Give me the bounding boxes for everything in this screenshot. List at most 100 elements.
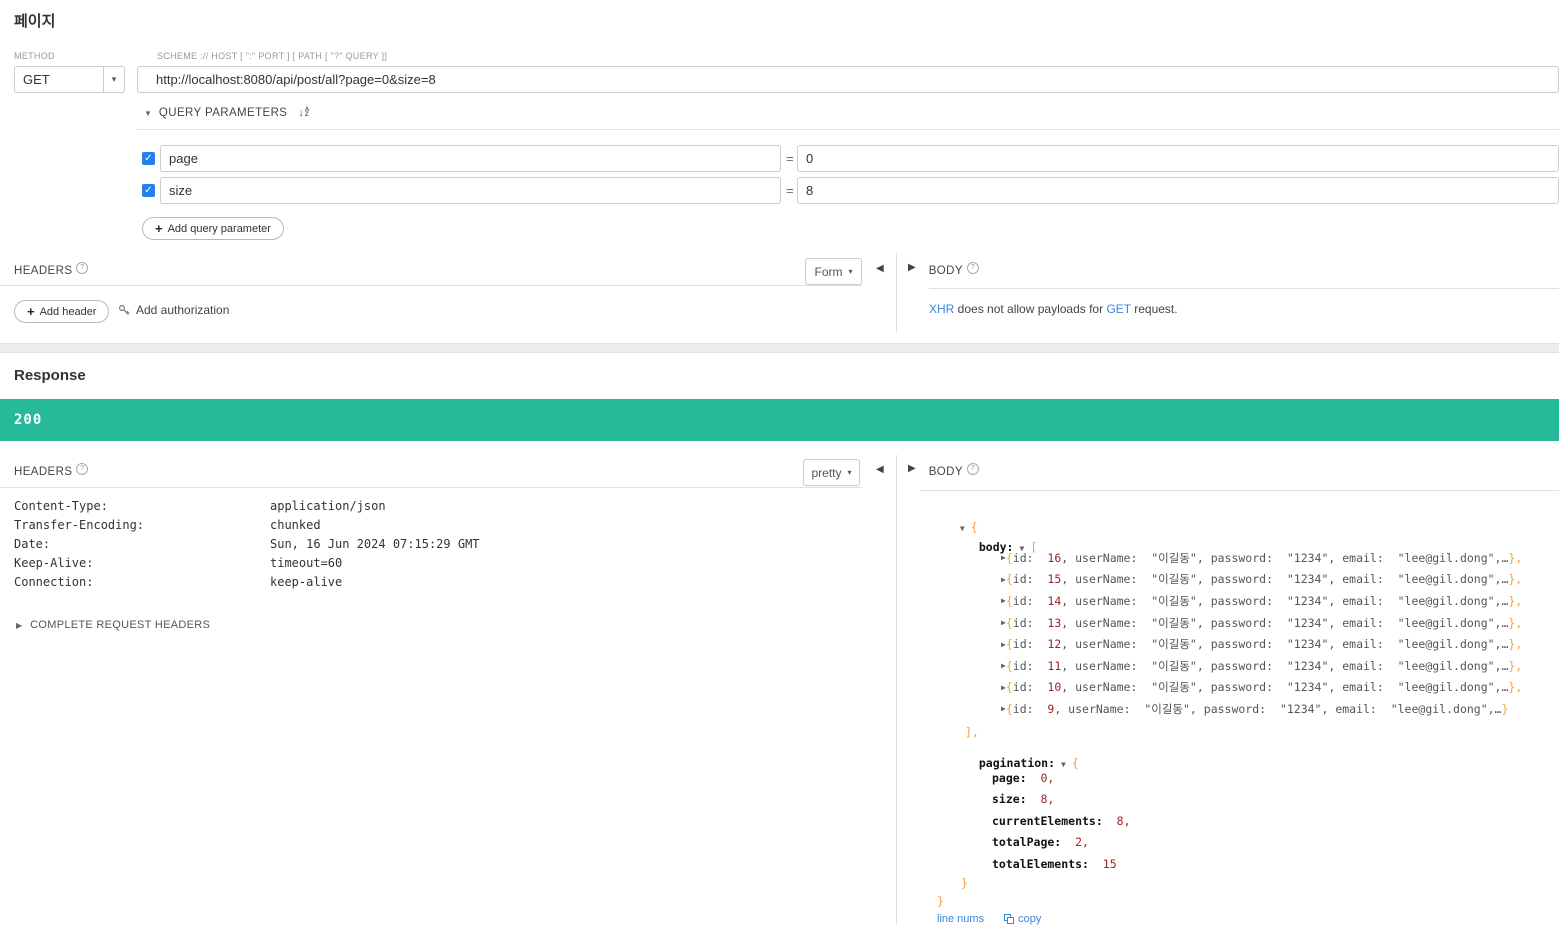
collapse-triangle-icon[interactable]: ▼	[144, 109, 152, 118]
json-key: totalPage:	[992, 835, 1062, 850]
json-key: totalElements:	[992, 856, 1089, 871]
help-icon[interactable]: ?	[76, 463, 89, 475]
complete-request-headers-toggle[interactable]: ▶ COMPLETE REQUEST HEADERS	[16, 619, 210, 631]
divider	[896, 253, 897, 332]
brace: {	[1005, 572, 1013, 587]
expand-right-icon[interactable]: ▶	[908, 262, 916, 273]
header-value: Sun, 16 Jun 2024 07:15:29 GMT	[270, 537, 480, 551]
body-type-dropdown[interactable]: Form ▾	[805, 258, 862, 285]
body-view-dropdown[interactable]: pretty ▾	[803, 459, 860, 486]
param-name-input[interactable]	[160, 177, 781, 204]
json-object-row[interactable]: ▶{id: 14, userName: "이길동", password: "12…	[1001, 590, 1522, 612]
key-icon	[118, 304, 130, 316]
header-value: chunked	[270, 518, 321, 532]
json-number: 0,	[1040, 770, 1055, 785]
body-view-value: pretty	[811, 465, 842, 480]
divider	[0, 487, 862, 488]
equals-sign: =	[786, 183, 794, 198]
json-number: 13	[1047, 615, 1062, 630]
sort-arrow: ↓	[298, 107, 304, 119]
method-label: METHOD	[14, 51, 55, 61]
method-select[interactable]: GET	[14, 66, 104, 93]
add-query-parameter-button[interactable]: + Add query parameter	[142, 217, 284, 240]
json-object-row[interactable]: ▶{id: 11, userName: "이길동", password: "12…	[1001, 655, 1522, 677]
json-text: id:	[1012, 572, 1048, 587]
json-object-row[interactable]: ▶{id: 15, userName: "이길동", password: "12…	[1001, 569, 1522, 591]
json-sep	[1103, 814, 1117, 828]
sort-z: Z	[304, 112, 309, 118]
expand-right-icon[interactable]: ▶	[908, 463, 916, 474]
response-header-row: Keep-Alive: timeout=60	[0, 556, 480, 575]
add-header-button[interactable]: + Add header	[14, 300, 110, 323]
json-number: 15	[1102, 856, 1117, 871]
json-text: id:	[1012, 615, 1048, 630]
json-object-row[interactable]: ▶{id: 9, userName: "이길동", password: "123…	[1001, 698, 1522, 720]
json-key: page:	[992, 770, 1027, 785]
json-pagination-entry: page: 0,	[992, 767, 1131, 789]
json-sep	[1061, 835, 1075, 849]
divider	[896, 455, 897, 924]
query-parameters-header[interactable]: ▼ QUERY PARAMETERS ↓ AZ	[144, 107, 309, 119]
complete-request-headers-label: COMPLETE REQUEST HEADERS	[30, 619, 211, 631]
json-number: 2,	[1075, 835, 1089, 850]
header-name: Keep-Alive:	[14, 556, 94, 570]
response-body-header: ▶ BODY?	[908, 463, 979, 478]
param-checkbox[interactable]: ✓	[142, 184, 155, 197]
query-parameters-label: QUERY PARAMETERS	[158, 107, 288, 119]
param-value-input[interactable]	[797, 145, 1559, 172]
request-headers-label: HEADERS?	[14, 262, 89, 277]
help-icon[interactable]: ?	[76, 262, 89, 274]
param-checkbox[interactable]: ✓	[142, 152, 155, 165]
line-nums-link[interactable]: line nums	[937, 913, 984, 925]
response-header-row: Transfer-Encoding: chunked	[0, 518, 480, 537]
json-number: 12	[1047, 637, 1062, 652]
method-caret-button[interactable]: ▾	[103, 66, 125, 93]
json-object-row[interactable]: ▶{id: 10, userName: "이길동", password: "12…	[1001, 677, 1522, 699]
json-object-row[interactable]: ▶{id: 16, userName: "이길동", password: "12…	[1001, 547, 1522, 569]
param-name-input[interactable]	[160, 145, 781, 172]
divider	[0, 285, 862, 286]
json-rows: ▶{id: 16, userName: "이길동", password: "12…	[1001, 547, 1522, 720]
collapse-left-icon[interactable]: ◀	[876, 263, 884, 274]
collapse-left-icon[interactable]: ◀	[876, 464, 884, 475]
brace: },	[1508, 615, 1523, 630]
json-pagination-entry: totalPage: 2,	[992, 832, 1131, 854]
brace: {	[1005, 658, 1013, 673]
json-text: id:	[1012, 680, 1048, 695]
url-input[interactable]	[137, 66, 1559, 93]
brace: {	[1005, 680, 1013, 695]
help-icon[interactable]: ?	[966, 463, 979, 475]
json-number: 15	[1047, 572, 1062, 587]
page-title: 페이지	[14, 13, 56, 30]
add-authorization-link[interactable]: Add authorization	[118, 303, 229, 317]
json-sep	[1027, 792, 1041, 806]
json-pagination-line[interactable]: pagination: ▼{	[965, 742, 1079, 770]
scheme-label: SCHEME :// HOST [ ":" PORT ] [ PATH [ "?…	[157, 51, 388, 61]
collapse-triangle-icon[interactable]: ▼	[960, 524, 965, 533]
header-name: Transfer-Encoding:	[14, 518, 145, 532]
json-key: size:	[992, 792, 1027, 807]
response-header-row: Date: Sun, 16 Jun 2024 07:15:29 GMT	[0, 537, 480, 556]
json-pagination-entry: size: 8,	[992, 789, 1131, 811]
sort-az-icon[interactable]: ↓ AZ	[298, 107, 309, 119]
response-header-row: Content-Type: application/json	[0, 499, 480, 518]
response-body-label: BODY?	[929, 463, 979, 478]
json-text: id:	[1012, 637, 1048, 652]
response-status-bar[interactable]: 200	[0, 399, 1559, 441]
json-object-row[interactable]: ▶{id: 12, userName: "이길동", password: "12…	[1001, 633, 1522, 655]
brace: {	[1005, 550, 1013, 565]
doc-link[interactable]: XHR	[929, 302, 954, 316]
header-value: timeout=60	[270, 556, 343, 570]
json-text: id:	[1012, 550, 1048, 565]
plus-icon: +	[27, 304, 35, 319]
json-text: , userName: "이길동", password: "1234", ema…	[1061, 637, 1509, 652]
divider	[137, 129, 1559, 130]
param-value-input[interactable]	[797, 177, 1559, 204]
help-icon[interactable]: ?	[966, 262, 979, 274]
json-text: , userName: "이길동", password: "1234", ema…	[1061, 572, 1509, 587]
json-close-brace: }	[961, 876, 968, 890]
doc-link[interactable]: GET	[1106, 302, 1130, 316]
copy-link[interactable]: copy	[1004, 913, 1041, 925]
brace: },	[1508, 550, 1523, 565]
json-object-row[interactable]: ▶{id: 13, userName: "이길동", password: "12…	[1001, 612, 1522, 634]
